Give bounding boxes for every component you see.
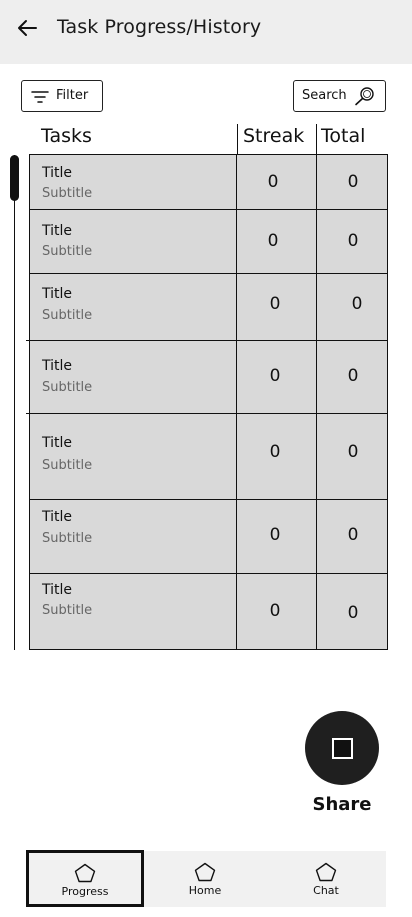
table-row[interactable]: Title Subtitle 0 0 [30,340,387,414]
table-row[interactable]: Title Subtitle 0 0 [30,573,387,649]
streak-value: 0 [269,601,281,621]
streak-value: 0 [269,294,281,314]
streak-value: 0 [269,525,281,545]
task-table: Title Subtitle 0 0 Title Subtitle 0 0 Ti… [29,154,388,650]
total-value: 0 [347,366,359,386]
header-divider [316,124,318,155]
bottom-navigation: Progress Home Chat [26,850,386,907]
table-row[interactable]: Title Subtitle 0 0 [30,155,387,210]
task-title: Title [42,358,73,374]
streak-value: 0 [267,172,279,192]
streak-value: 0 [269,366,281,386]
task-subtitle: Subtitle [42,603,93,618]
total-value: 0 [347,231,359,251]
header-divider [237,124,239,155]
back-button[interactable] [14,14,42,42]
pentagon-icon [315,862,337,882]
task-title: Title [42,223,73,239]
total-value: 0 [351,294,363,314]
total-value: 0 [347,525,359,545]
nav-label: Chat [313,884,339,897]
task-subtitle: Subtitle [42,308,93,323]
pentagon-icon [74,863,96,883]
table-row[interactable]: Title Subtitle 0 0 [30,273,387,341]
task-subtitle: Subtitle [42,458,93,473]
arrow-left-icon [18,20,37,36]
nav-item-progress[interactable]: Progress [26,850,144,907]
search-icon [355,87,374,106]
stop-square-icon [332,738,353,759]
column-header-total: Total [321,125,366,147]
task-title: Title [42,165,73,181]
task-subtitle: Subtitle [42,186,93,201]
share-label: Share [312,794,372,815]
task-title: Title [42,286,73,302]
total-value: 0 [347,603,359,623]
task-title: Title [42,509,73,525]
nav-item-home[interactable]: Home [146,851,264,907]
table-row[interactable]: Title Subtitle 0 0 [30,499,387,574]
task-subtitle: Subtitle [42,380,93,395]
nav-label: Progress [61,885,109,898]
nav-label: Home [188,884,222,897]
task-title: Title [42,582,73,598]
share-button[interactable] [305,711,379,785]
search-button[interactable]: Search [293,80,386,112]
search-label: Search [302,88,347,103]
total-value: 0 [347,172,359,192]
filter-label: Filter [56,88,89,103]
scrollbar-thumb[interactable] [10,155,19,201]
streak-value: 0 [267,231,279,251]
filter-icon [31,91,49,103]
streak-value: 0 [269,442,281,462]
pentagon-icon [194,862,216,882]
task-subtitle: Subtitle [42,244,93,259]
table-row[interactable]: Title Subtitle 0 0 [30,413,387,500]
column-header-tasks: Tasks [41,125,92,147]
table-row[interactable]: Title Subtitle 0 0 [30,209,387,274]
scrollbar-track[interactable] [14,155,16,650]
task-title: Title [42,435,73,451]
page-title: Task Progress/History [57,16,262,38]
filter-button[interactable]: Filter [21,80,103,112]
app-bar: Task Progress/History [0,0,412,64]
total-value: 0 [347,442,359,462]
task-subtitle: Subtitle [42,531,93,546]
nav-item-chat[interactable]: Chat [267,851,385,907]
column-header-streak: Streak [243,125,305,147]
